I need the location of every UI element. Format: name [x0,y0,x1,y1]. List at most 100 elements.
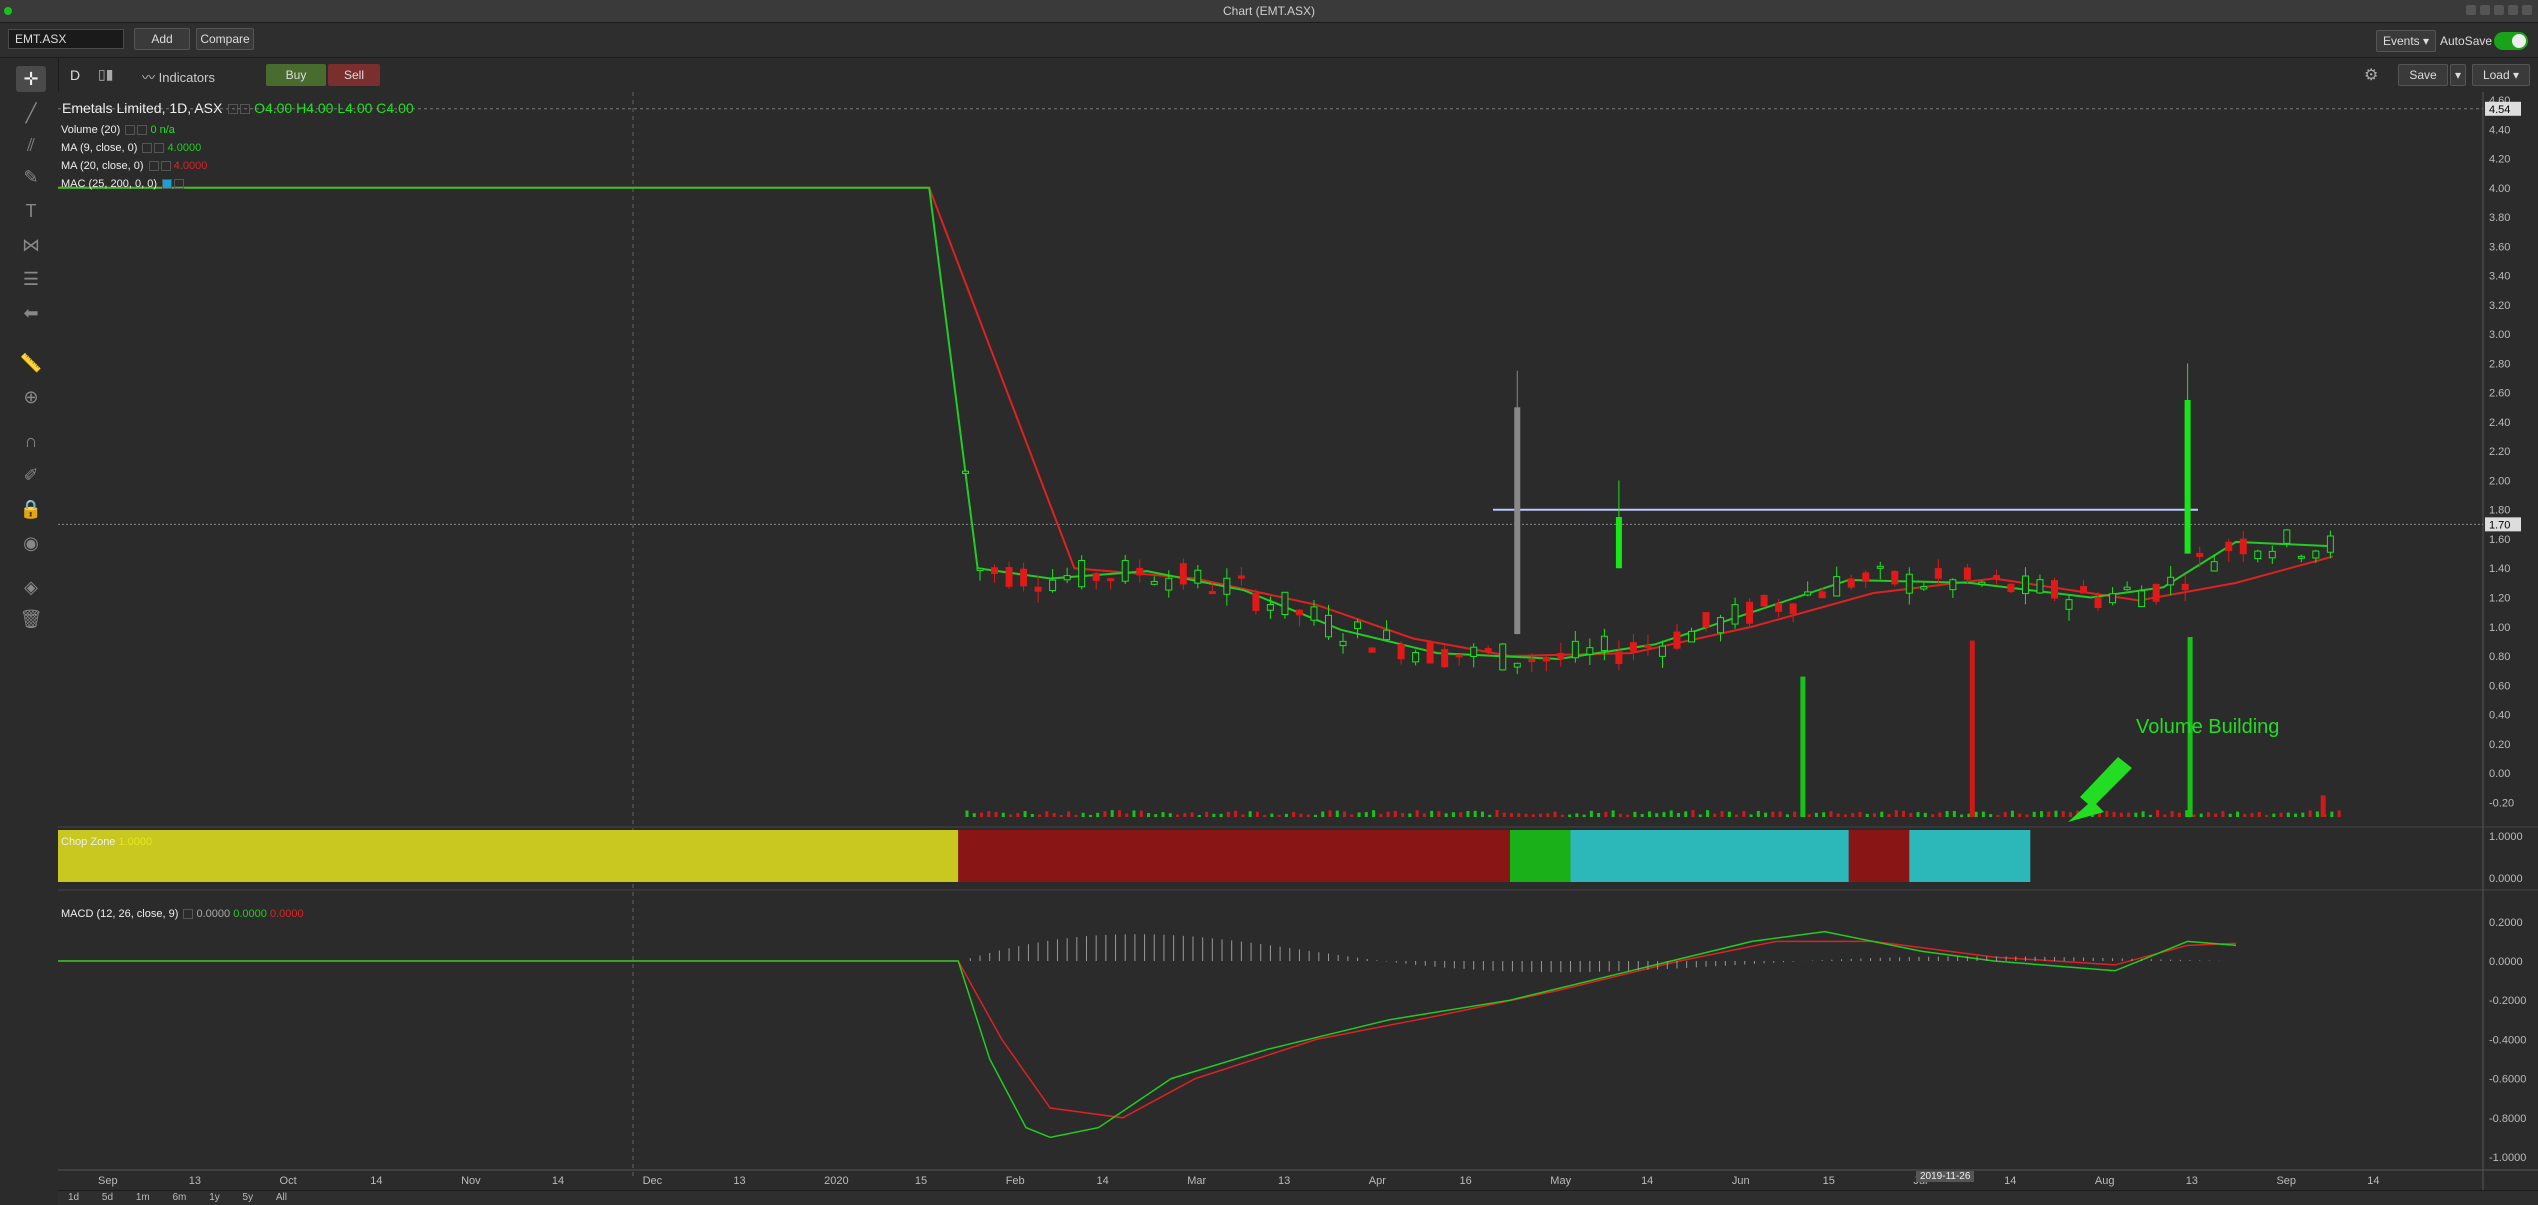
price-tick-label: 1.40 [2489,563,2510,575]
macd-value-2: 0.0000 [233,908,267,920]
range-1m[interactable]: 1m [126,1191,160,1205]
mac-hide-icon[interactable] [174,179,185,190]
volume-bar [1226,811,1230,817]
volume-bar [1357,812,1361,817]
save-button[interactable]: Save [2398,64,2448,86]
candle-body [1194,569,1202,584]
candle-body [2312,550,2320,559]
sell-button[interactable]: Sell [328,64,380,86]
volume-bar [2032,811,2036,817]
symbol-input[interactable] [8,29,124,49]
ma9-settings-icon[interactable] [142,143,153,154]
buy-button[interactable]: Buy [266,64,326,86]
interval-selector[interactable]: D [70,67,80,83]
crosshair-date-label: 2019-11-26 [1916,1171,1975,1182]
candle-body [1078,559,1086,588]
window-minimize-icon[interactable] [2494,5,2504,15]
save-menu-chevron-icon[interactable]: ▾ [2450,64,2466,86]
candle-body [2152,583,2160,602]
range-5d[interactable]: 5d [92,1191,123,1205]
time-tick-label: Jun [1732,1175,1750,1187]
volume-bar [1836,813,1840,817]
layers-icon[interactable]: ◈ [16,574,46,600]
window-restore-icon[interactable] [2466,5,2476,15]
price-tick-label: 0.80 [2489,651,2510,663]
window-close-icon[interactable] [2522,5,2532,15]
volume-bar [1401,813,1405,817]
add-button[interactable]: Add [134,28,190,50]
volume-bar [1931,814,1935,817]
volume-bar [2206,812,2210,817]
candles-icon[interactable]: ▯▮ [98,66,113,83]
crosshair-icon[interactable]: ✛ [16,66,46,92]
time-tick-label: 14 [2004,1175,2016,1187]
magnet-icon[interactable]: ∩ [16,428,46,454]
volume-bar [1444,813,1448,817]
candle-body [976,567,984,571]
volume-bar [2061,811,2065,817]
lock-icon[interactable]: 🔒 [16,496,46,522]
window-pin-icon[interactable] [2480,5,2490,15]
pattern-icon[interactable]: ⋈ [16,232,46,258]
trash-icon[interactable]: 🗑 [16,606,46,632]
volume-bar [1451,812,1455,817]
time-tick-label: 14 [2367,1175,2379,1187]
text-icon[interactable]: T [16,198,46,224]
volume-bar [2156,810,2160,817]
candle-body [2021,575,2029,595]
legend-settings-icon[interactable] [240,104,251,115]
candle-body [1383,629,1391,641]
trendline-icon[interactable]: ╱ [16,100,46,126]
volume-bar [1517,813,1521,817]
range-all[interactable]: All [266,1191,297,1205]
candle-body [2094,597,2102,609]
range-1y[interactable]: 1y [199,1191,230,1205]
chart-canvas[interactable]: 4.604.404.204.003.803.603.403.203.002.80… [58,92,2538,1192]
candle-body [2109,593,2117,604]
legend-toggle-icon[interactable] [228,104,239,115]
candle-body [1731,604,1739,625]
ma20-hide-icon[interactable] [160,161,171,172]
range-5y[interactable]: 5y [233,1191,264,1205]
ma9-hide-icon[interactable] [154,143,165,154]
volume-settings-icon[interactable] [125,125,136,136]
volume-building-annotation[interactable]: Volume Building [2136,716,2279,739]
macd-settings-icon[interactable] [183,909,194,920]
settings-gear-icon[interactable]: ⚙ [2364,65,2378,85]
price-tick-label: 0.00 [2489,768,2510,780]
brush-icon[interactable]: ✎ [16,164,46,190]
volume-hide-icon[interactable] [137,125,148,136]
volume-bar [1176,814,1180,817]
back-arrow-icon[interactable]: ⬅ [16,300,46,326]
range-bar: 1d 5d 1m 6m 1y 5y All [58,1190,2538,1205]
volume-bar [1778,811,1782,817]
volume-bar [1030,813,1034,817]
mac-settings-icon[interactable] [162,179,173,190]
autosave-toggle[interactable] [2494,32,2528,50]
eye-icon[interactable]: ◉ [16,530,46,556]
range-6m[interactable]: 6m [163,1191,197,1205]
load-dropdown[interactable]: Load ▾ [2472,64,2530,86]
compare-button[interactable]: Compare [196,28,254,50]
zoom-icon[interactable]: ⊕ [16,384,46,410]
fib-icon[interactable]: ☰ [16,266,46,292]
candle-body [1978,581,1986,585]
time-tick-label: Sep [98,1175,118,1187]
ma20-settings-icon[interactable] [148,161,159,172]
candle-body [1034,586,1042,592]
macd-value-3: 0.0000 [269,908,304,920]
ruler-icon[interactable]: 📏 [16,350,46,376]
indicators-button[interactable]: 〰 Indicators [142,67,215,86]
candle-body [1368,647,1376,653]
volume-bar [1248,811,1252,817]
candle-body [2123,586,2131,591]
price-tick-label: 0.60 [2489,680,2510,692]
channel-icon[interactable]: ⫽ [16,132,46,158]
events-dropdown[interactable]: Events ▾ [2376,30,2436,52]
time-tick-label: 15 [915,1175,927,1187]
lock-drawing-icon[interactable]: ✐ [16,462,46,488]
candle-body [2138,590,2146,607]
range-1d[interactable]: 1d [58,1191,89,1205]
chart-area[interactable]: 4.60 4.40 4.20 4.00 3.80 3.60 3.40 3.20 3.00 2.80… [58,92,2538,1204]
window-maximize-icon[interactable] [2508,5,2518,15]
